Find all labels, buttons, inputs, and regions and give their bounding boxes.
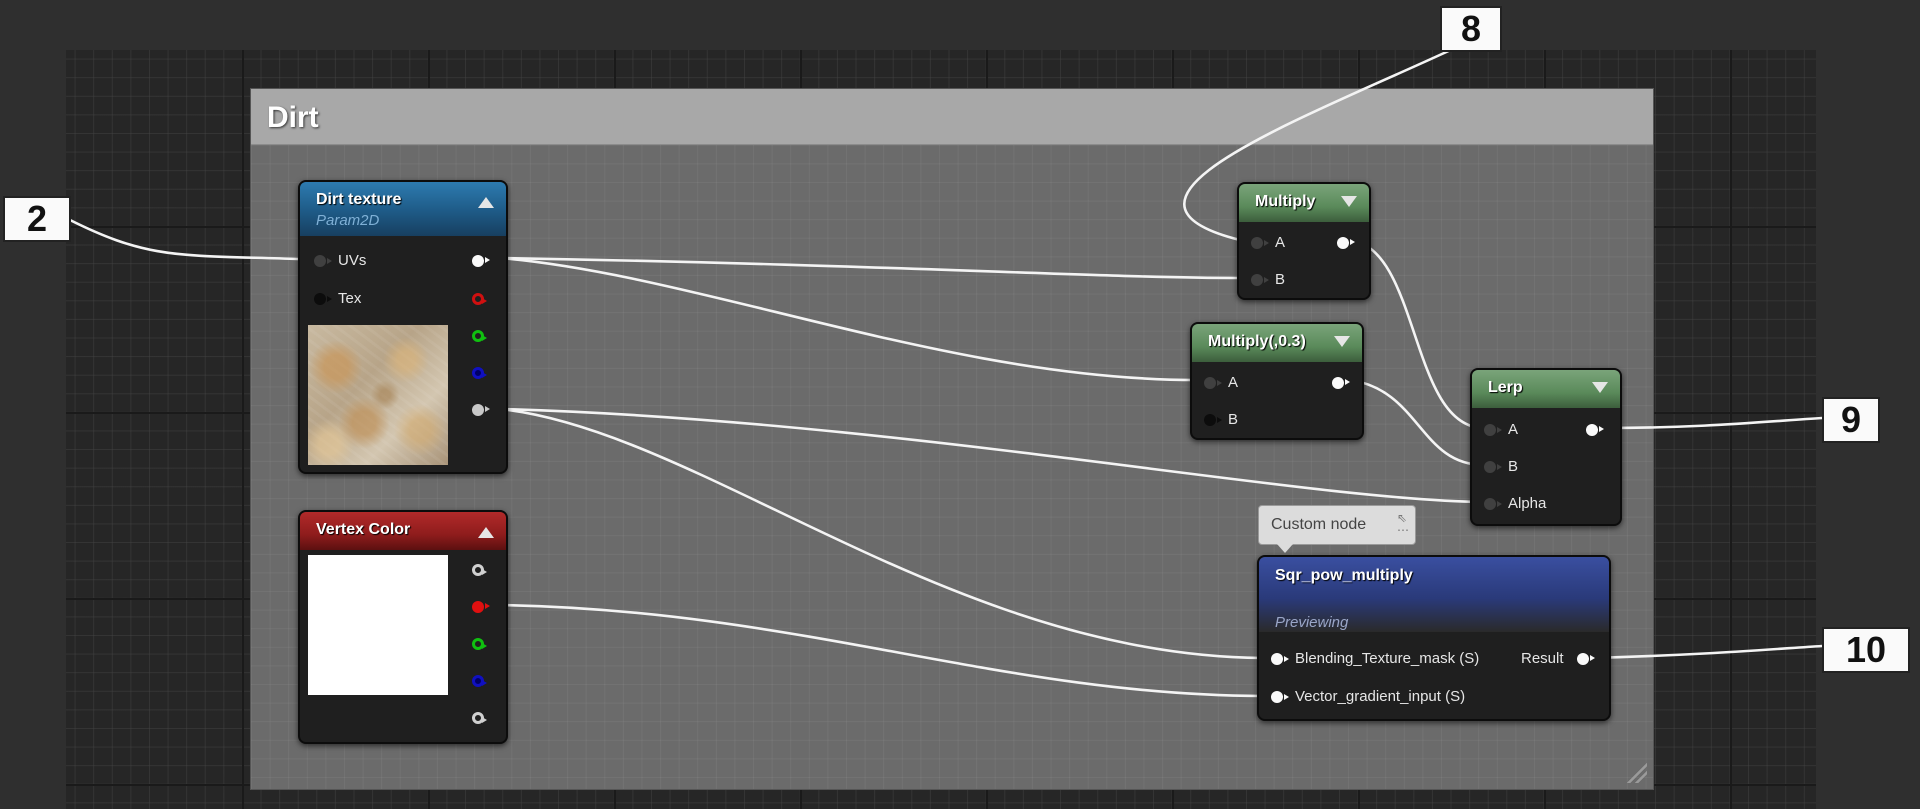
pin-output-b[interactable] — [472, 675, 487, 687]
callout-10: 10 — [1822, 627, 1910, 673]
pin-label-a: A — [1275, 234, 1286, 251]
pin-output-rgb[interactable] — [472, 564, 487, 576]
pin-output-r[interactable] — [472, 293, 487, 305]
pin-label-a: A — [1508, 421, 1519, 438]
node-header-lerp[interactable]: Lerp — [1472, 370, 1620, 408]
tooltip-text: Custom node — [1271, 516, 1367, 533]
pin-input-tex[interactable] — [314, 293, 332, 305]
node-header-multiply[interactable]: Multiply — [1239, 184, 1369, 222]
pin-label-blending-mask: Blending_Texture_mask (S) — [1295, 650, 1480, 667]
comment-header[interactable]: Dirt — [251, 89, 1653, 145]
node-custom[interactable]: Sqr_pow_multiply Previewing Blending_Tex… — [1257, 555, 1611, 721]
collapse-arrow-down-icon[interactable] — [1341, 196, 1357, 207]
pin-label-b: B — [1275, 271, 1286, 288]
pin-input-a[interactable] — [1251, 237, 1269, 249]
node-vertex-color[interactable]: Vertex Color — [298, 510, 508, 744]
node-dirt-texture[interactable]: Dirt texture Param2D UVs Tex — [298, 180, 508, 474]
custom-node-tooltip: Custom node ⇖ ⋯ — [1258, 505, 1416, 553]
node-title-vertex-color: Vertex Color — [316, 521, 411, 538]
node-title-lerp: Lerp — [1488, 379, 1523, 396]
node-header-multiply-03[interactable]: Multiply(,0.3) — [1192, 324, 1362, 362]
node-title-dirt-texture: Dirt texture — [316, 191, 402, 208]
pin-output-r[interactable] — [472, 601, 490, 613]
collapse-arrow-up-icon[interactable] — [478, 527, 494, 538]
pin-label-uvs: UVs — [338, 252, 367, 269]
node-title-multiply-03: Multiply(,0.3) — [1208, 333, 1306, 350]
pin-input-gradient[interactable] — [1271, 691, 1289, 703]
collapse-arrow-up-icon[interactable] — [478, 197, 494, 208]
collapse-arrow-down-icon[interactable] — [1334, 336, 1350, 347]
pin-input-alpha[interactable] — [1484, 498, 1502, 510]
pin-label-result: Result — [1521, 650, 1564, 667]
pin-output-b[interactable] — [472, 367, 487, 379]
node-header-vertex-color[interactable]: Vertex Color — [300, 512, 506, 550]
node-subtitle-custom: Previewing — [1275, 614, 1349, 631]
node-header-custom[interactable]: Sqr_pow_multiply Previewing — [1259, 557, 1609, 632]
pin-input-b[interactable] — [1251, 274, 1269, 286]
pin-output-rgb[interactable] — [472, 255, 490, 267]
pin-output-g[interactable] — [472, 638, 487, 650]
pin-output-result[interactable] — [1586, 424, 1604, 436]
vertex-color-preview — [308, 555, 448, 695]
pin-output-result[interactable] — [1337, 237, 1355, 249]
pin-input-b[interactable] — [1204, 414, 1222, 426]
pin-output-g[interactable] — [472, 330, 487, 342]
pin-label-gradient: Vector_gradient_input (S) — [1295, 688, 1466, 705]
pin-input-b[interactable] — [1484, 461, 1502, 473]
texture-preview-image — [308, 325, 448, 465]
pin-input-a[interactable] — [1484, 424, 1502, 436]
pin-input-a[interactable] — [1204, 377, 1222, 389]
pin-label-b: B — [1228, 411, 1239, 428]
pin-output-a[interactable] — [472, 404, 490, 416]
node-subtitle-dirt-texture: Param2D — [316, 212, 380, 229]
node-multiply[interactable]: Multiply A B — [1237, 182, 1371, 300]
node-header-dirt-texture[interactable]: Dirt texture Param2D — [300, 182, 506, 236]
resize-grip-icon[interactable] — [1627, 763, 1647, 783]
callout-2: 2 — [3, 196, 71, 242]
collapse-arrow-down-icon[interactable] — [1592, 382, 1608, 393]
pin-label-tex: Tex — [338, 290, 362, 307]
comment-title: Dirt — [267, 101, 319, 134]
callout-9: 9 — [1822, 397, 1880, 443]
pin-label-alpha: Alpha — [1508, 495, 1547, 512]
pin-input-blending-mask[interactable] — [1271, 653, 1289, 665]
pin-input-uvs[interactable] — [314, 255, 332, 267]
pin-label-b: B — [1508, 458, 1519, 475]
tooltip-pin-icon[interactable]: ⇖ ⋯ — [1397, 512, 1409, 536]
pin-output-result[interactable] — [1577, 653, 1595, 665]
node-title-multiply: Multiply — [1255, 193, 1316, 210]
pin-output-result[interactable] — [1332, 377, 1350, 389]
node-multiply-03[interactable]: Multiply(,0.3) A B — [1190, 322, 1364, 440]
callout-8: 8 — [1440, 6, 1502, 52]
pin-output-a[interactable] — [472, 712, 487, 724]
node-title-custom: Sqr_pow_multiply — [1275, 567, 1413, 584]
node-lerp[interactable]: Lerp A B Alpha — [1470, 368, 1622, 526]
pin-label-a: A — [1228, 374, 1239, 391]
